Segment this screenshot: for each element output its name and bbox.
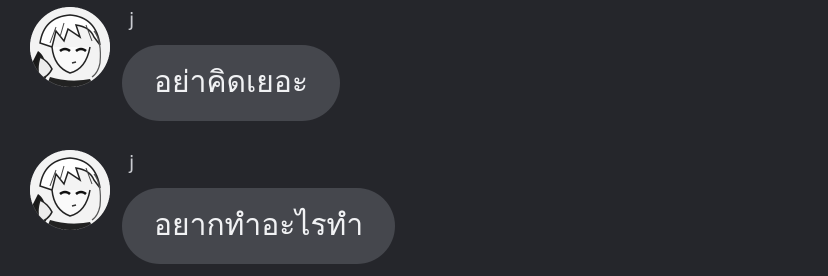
sender-name: j — [129, 9, 135, 31]
sender-name: j — [129, 152, 135, 174]
avatar[interactable] — [30, 7, 110, 87]
chat-thread: j อย่าคิดเยอะ j อยากทำอะไรทำ — [0, 0, 828, 276]
message-bubble[interactable]: อย่าคิดเยอะ — [122, 45, 340, 121]
message-bubble[interactable]: อยากทำอะไรทำ — [122, 188, 396, 264]
anime-avatar-icon — [30, 150, 110, 230]
anime-avatar-icon — [30, 7, 110, 87]
avatar[interactable] — [30, 150, 110, 230]
